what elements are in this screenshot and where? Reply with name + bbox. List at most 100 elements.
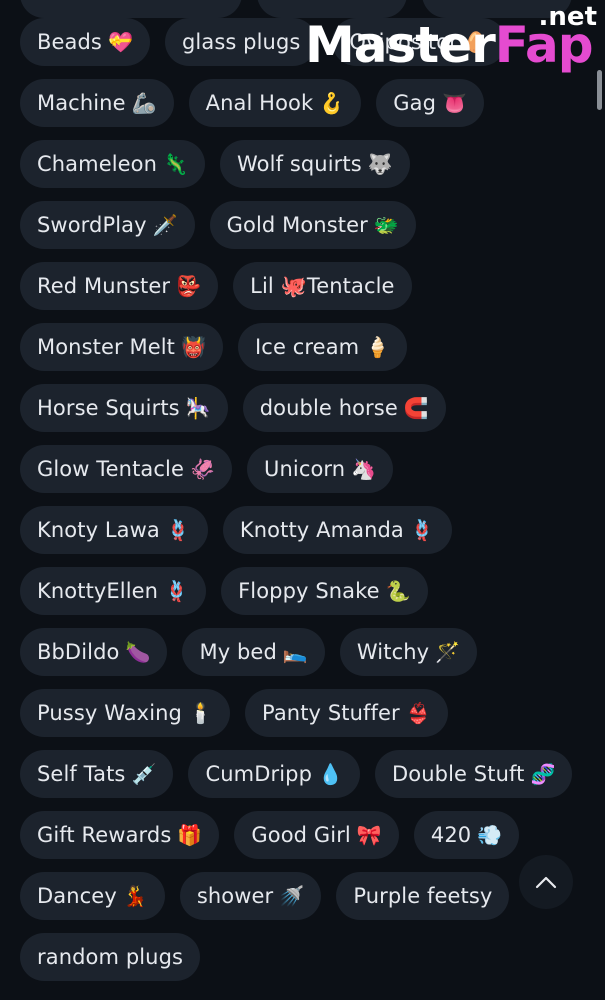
tag-chip[interactable]: Gag 👅 <box>376 79 485 127</box>
tag-chip-label: Double Stuft <box>392 762 525 786</box>
tag-chip-label: SwordPlay <box>37 213 147 237</box>
tag-chip-list: Beads 💝 glass plugs Ovipositor 🥚 Machine 🦾 Anal… <box>20 18 580 981</box>
tongue-icon: 👅 <box>442 91 468 115</box>
chip-partial[interactable] <box>422 0 572 18</box>
tag-chip[interactable]: random plugs <box>20 933 201 981</box>
tag-chip-label: Witchy <box>356 640 430 664</box>
droplet-icon: 💧 <box>318 762 344 786</box>
tag-chip-label: Unicorn <box>264 457 346 481</box>
knot-icon: 🪢 <box>164 579 190 603</box>
dragon-icon: 🐲 <box>373 213 399 237</box>
tag-chip[interactable]: Anal Hook 🪝 <box>188 79 362 127</box>
smoke-puff-icon: 💨 <box>477 823 503 847</box>
tag-chip[interactable]: Floppy Snake 🐍 <box>221 567 428 615</box>
tag-chip[interactable]: Purple feetsy <box>336 872 510 920</box>
tag-chip[interactable]: BbDildo 🍆 <box>20 628 168 676</box>
chip-partial[interactable] <box>257 0 407 18</box>
chip-partial[interactable] <box>20 0 242 18</box>
bed-icon: 🛌 <box>282 640 308 664</box>
tag-chip[interactable]: double horse 🧲 <box>242 384 446 432</box>
tag-chip-label: double horse <box>259 396 398 420</box>
tag-chip-label: Purple feetsy <box>353 884 493 908</box>
tag-chip[interactable]: Knoty Lawa 🪢 <box>20 506 208 554</box>
tag-chip[interactable]: Beads 💝 <box>20 18 150 66</box>
ogre-icon: 👹 <box>181 335 207 359</box>
eggplant-icon: 🍆 <box>125 640 151 664</box>
tag-chip-label: Beads <box>37 30 102 54</box>
tag-chip[interactable]: Machine 🦾 <box>20 79 174 127</box>
squid-icon: 🦑 <box>190 457 216 481</box>
tag-chip-label: Dancey <box>37 884 117 908</box>
tag-chip[interactable]: glass plugs <box>164 18 318 66</box>
tag-chip[interactable]: Knotty Amanda 🪢 <box>222 506 452 554</box>
tag-chip-label: Red Munster <box>37 274 171 298</box>
candle-icon: 🕯️ <box>187 701 213 725</box>
tag-chip[interactable]: Unicorn 🦄 <box>247 445 394 493</box>
tag-chip-label: Machine <box>37 91 126 115</box>
magnet-icon: 🧲 <box>403 396 429 420</box>
tag-chip-label: Pussy Waxing <box>37 701 182 725</box>
scrollbar-thumb[interactable] <box>597 70 602 110</box>
tag-chip-label: Knoty Lawa <box>37 518 160 542</box>
tag-chip-label: Lil 🐙Tentacle <box>250 273 395 298</box>
tag-chip[interactable]: shower 🚿 <box>179 872 322 920</box>
tag-chip[interactable]: Gold Monster 🐲 <box>209 201 416 249</box>
heart-ribbon-icon: 💝 <box>107 30 133 54</box>
tag-chip-label: Chameleon <box>37 152 158 176</box>
tag-chip[interactable]: Horse Squirts 🎠 <box>20 384 228 432</box>
wolf-icon: 🐺 <box>367 152 393 176</box>
tag-chip[interactable]: My bed 🛌 <box>182 628 325 676</box>
tag-chip[interactable]: Witchy 🪄 <box>339 628 478 676</box>
tag-chip-label: Knotty Amanda <box>239 518 404 542</box>
tag-chip[interactable]: KnottyEllen 🪢 <box>20 567 207 615</box>
dancer-icon: 💃 <box>122 884 148 908</box>
tag-chip-label: Horse Squirts <box>37 396 180 420</box>
dna-icon: 🧬 <box>530 762 556 786</box>
snake-icon: 🐍 <box>385 579 411 603</box>
tag-chip-label: random plugs <box>37 945 184 969</box>
tag-chip[interactable]: Ovipositor 🥚 <box>332 18 506 66</box>
tag-chip[interactable]: CumDripp 💧 <box>188 750 361 798</box>
tag-chip[interactable]: Pussy Waxing 🕯️ <box>20 689 230 737</box>
screen: Beads 💝 glass plugs Ovipositor 🥚 Machine 🦾 Anal… <box>0 0 605 1000</box>
tag-chip[interactable]: Panty Stuffer 👙 <box>245 689 448 737</box>
tag-chip[interactable]: Ice cream 🍦 <box>238 323 408 371</box>
syringe-icon: 💉 <box>131 762 157 786</box>
tag-chip[interactable]: Lil 🐙Tentacle <box>233 262 412 310</box>
tag-chip-label: Gag <box>393 91 437 115</box>
scroll-to-top-button[interactable] <box>519 855 573 909</box>
bikini-icon: 👙 <box>405 701 431 725</box>
tag-chip-label: shower <box>196 884 274 908</box>
tag-chip[interactable]: 420 💨 <box>413 811 520 859</box>
magic-wand-icon: 🪄 <box>435 640 461 664</box>
tag-chip-label: Floppy Snake <box>238 579 380 603</box>
tag-chip[interactable]: SwordPlay 🗡️ <box>20 201 195 249</box>
tag-chip[interactable]: Gift Rewards 🎁 <box>20 811 220 859</box>
tag-chip[interactable]: Dancey 💃 <box>20 872 165 920</box>
tag-chip-label: CumDripp <box>205 762 312 786</box>
tag-chip-label: Gold Monster <box>226 213 368 237</box>
tag-chip-label: Monster Melt <box>37 335 175 359</box>
knot-icon: 🪢 <box>409 518 435 542</box>
tag-chip[interactable]: Self Tats 💉 <box>20 750 174 798</box>
goblin-icon: 👺 <box>176 274 202 298</box>
mechanical-arm-icon: 🦾 <box>131 91 157 115</box>
lizard-icon: 🦎 <box>163 152 189 176</box>
tag-chip[interactable]: Chameleon 🦎 <box>20 140 206 188</box>
tag-chip-label: 420 <box>430 823 472 847</box>
tag-chip[interactable]: Wolf squirts 🐺 <box>220 140 410 188</box>
shower-icon: 🚿 <box>279 884 305 908</box>
tag-chip[interactable]: Red Munster 👺 <box>20 262 219 310</box>
tag-chip[interactable]: Good Girl 🎀 <box>234 811 399 859</box>
tag-chip[interactable]: Double Stuft 🧬 <box>375 750 573 798</box>
tag-chip-label: Anal Hook <box>205 91 314 115</box>
tag-chip-label: Good Girl <box>251 823 351 847</box>
tag-chip-label: My bed <box>199 640 277 664</box>
tag-chip-label: Wolf squirts <box>237 152 362 176</box>
tag-chip-label: BbDildo <box>37 640 120 664</box>
tag-chip-label: Ice cream <box>255 335 360 359</box>
tag-chip-label: Self Tats <box>37 762 126 786</box>
tag-chip[interactable]: Glow Tentacle 🦑 <box>20 445 233 493</box>
tag-chip[interactable]: Monster Melt 👹 <box>20 323 224 371</box>
tag-chip-label: Gift Rewards <box>37 823 172 847</box>
